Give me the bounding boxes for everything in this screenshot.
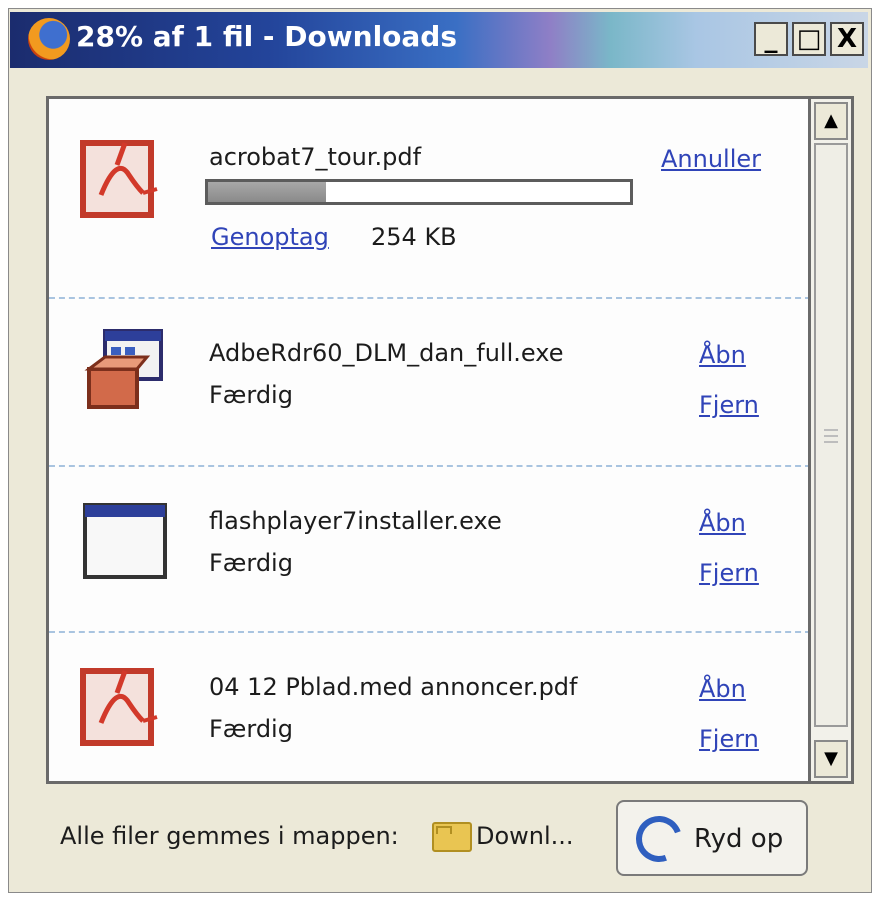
scroll-up-button[interactable]: ▲ [814, 102, 848, 140]
maximize-button[interactable]: □ [792, 22, 826, 56]
download-status: Færdig [209, 715, 293, 743]
thumb-grip [824, 429, 838, 431]
remove-link[interactable]: Fjern [699, 725, 759, 753]
download-item: flashplayer7installer.exe Færdig Åbn Fje… [49, 467, 811, 633]
thumb-grip [824, 435, 838, 437]
close-button[interactable]: X [830, 22, 864, 56]
save-location-label: Alle filer gemmes i mappen: [60, 822, 399, 850]
minimize-button[interactable]: _ [754, 22, 788, 56]
scrollbar-thumb[interactable] [814, 143, 848, 727]
open-link[interactable]: Åbn [699, 341, 746, 369]
refresh-icon [628, 808, 690, 870]
folder-icon [432, 822, 472, 852]
firefox-icon [28, 18, 70, 60]
download-item: 04 12 Pblad.med annoncer.pdf Færdig Åbn … [49, 633, 811, 781]
download-item: AdbeRdr60_DLM_dan_full.exe Færdig Åbn Fj… [49, 299, 811, 465]
open-link[interactable]: Åbn [699, 675, 746, 703]
remove-link[interactable]: Fjern [699, 559, 759, 587]
application-window-icon [83, 503, 167, 579]
folder-name: Downl... [476, 822, 574, 850]
installer-icon [84, 329, 163, 409]
file-name: flashplayer7installer.exe [209, 507, 502, 535]
file-name: 04 12 Pblad.med annoncer.pdf [209, 673, 578, 701]
downloads-list: acrobat7_tour.pdf Genoptag 254 KB Annull… [46, 96, 854, 784]
cleanup-label: Ryd op [694, 824, 784, 854]
file-name: acrobat7_tour.pdf [209, 143, 422, 171]
thumb-grip [824, 441, 838, 443]
title-bar[interactable]: 28% af 1 fil - Downloads _ □ X [10, 12, 868, 68]
open-link[interactable]: Åbn [699, 509, 746, 537]
progress-fill [208, 182, 327, 202]
download-item: acrobat7_tour.pdf Genoptag 254 KB Annull… [49, 99, 811, 297]
remove-link[interactable]: Fjern [699, 391, 759, 419]
window-title: 28% af 1 fil - Downloads [76, 20, 458, 53]
resume-link[interactable]: Genoptag [211, 223, 329, 251]
file-name: AdbeRdr60_DLM_dan_full.exe [209, 339, 564, 367]
download-status: Færdig [209, 549, 293, 577]
cancel-link[interactable]: Annuller [661, 145, 761, 173]
pdf-icon [80, 668, 158, 746]
download-size: 254 KB [371, 223, 457, 251]
cleanup-button[interactable]: Ryd op [616, 800, 808, 876]
scroll-down-button[interactable]: ▼ [814, 740, 848, 778]
vertical-scrollbar[interactable]: ▲ ▼ [808, 96, 854, 784]
download-status: Færdig [209, 381, 293, 409]
pdf-icon [80, 140, 158, 218]
download-progress-bar [205, 179, 633, 205]
download-folder-button[interactable]: Downl... [432, 814, 592, 862]
